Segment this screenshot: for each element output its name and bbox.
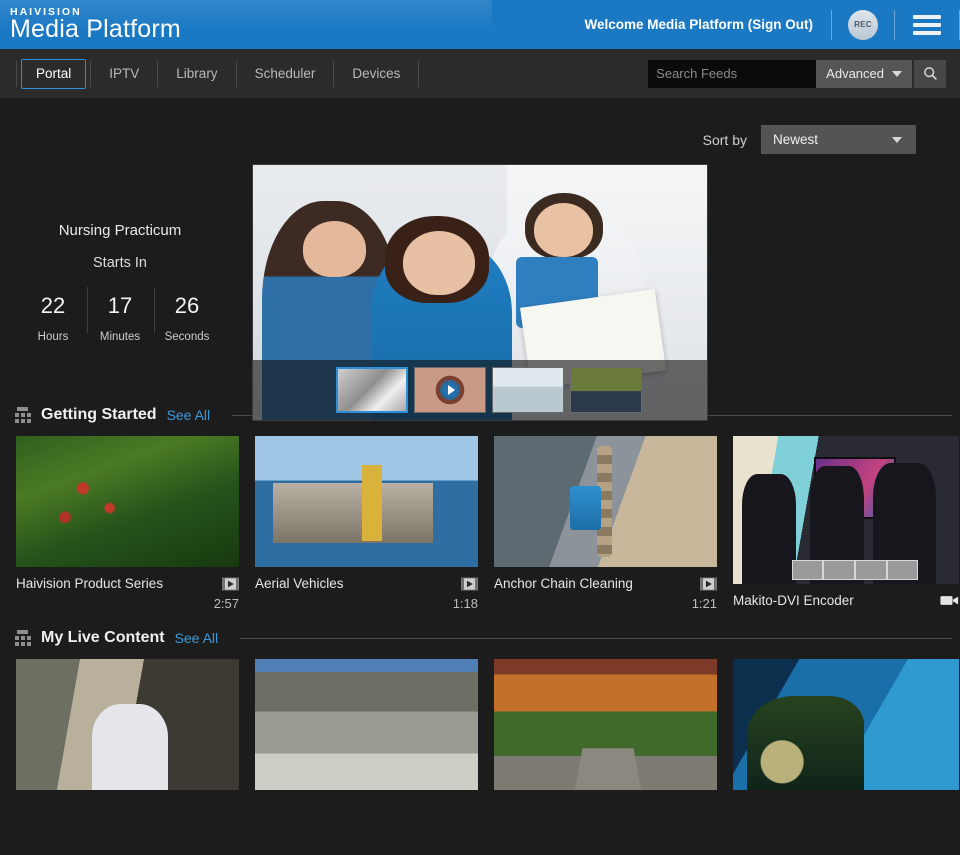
header-actions: Welcome Media Platform (Sign Out) REC [584, 0, 960, 49]
sort-by-label: Sort by [703, 132, 747, 148]
header-divider-1 [831, 10, 832, 40]
card-title: Aerial Vehicles [255, 576, 344, 591]
brand-logo[interactable]: HAIVISION Media Platform [0, 7, 181, 43]
record-button-label: REC [854, 20, 872, 29]
countdown-unit-seconds: 26 Seconds [154, 293, 221, 343]
countdown-minutes-label: Minutes [87, 331, 154, 343]
brand-name: Media Platform [10, 17, 181, 42]
tab-portal[interactable]: Portal [21, 59, 86, 89]
main-navigation-bar: Portal IPTV Library Scheduler Devices Ad… [0, 49, 960, 98]
tab-iptv[interactable]: IPTV [91, 60, 157, 88]
tab-scheduler[interactable]: Scheduler [237, 60, 334, 88]
card-thumbnail[interactable] [255, 436, 478, 567]
card-makito-dvi-encoder[interactable]: Makito-DVI Encoder [725, 436, 960, 613]
card-title: Makito-DVI Encoder [733, 593, 854, 608]
card-row-my-live-content [0, 659, 960, 790]
card-meta: Anchor Chain Cleaning 1:21 [494, 567, 717, 611]
nav-divider [16, 61, 17, 87]
card-meta: Aerial Vehicles 1:18 [255, 567, 478, 611]
sort-by-value: Newest [773, 132, 818, 147]
hero-thumb-eye[interactable] [414, 367, 486, 413]
countdown-hours-value: 22 [20, 293, 87, 319]
card-row-getting-started: Haivision Product Series 2:57 Aerial Veh… [0, 436, 960, 613]
hero-area: Nursing Practicum Starts In 22 Hours 17 … [0, 164, 960, 392]
record-button[interactable]: REC [848, 10, 878, 40]
card-live-2[interactable] [247, 659, 486, 790]
card-live-4[interactable] [725, 659, 960, 790]
search-input[interactable] [648, 60, 816, 88]
countdown-seconds-label: Seconds [154, 331, 221, 343]
hero-thumb-lake-reflection[interactable] [570, 367, 642, 413]
sort-row: Sort by Newest [0, 98, 960, 154]
tab-library[interactable]: Library [158, 60, 235, 88]
card-duration [733, 608, 959, 613]
film-video-icon [700, 577, 717, 591]
search-submit-button[interactable] [914, 60, 946, 88]
section-divider [240, 638, 952, 639]
grid-collection-icon [14, 407, 31, 424]
hero-thumb-classic-medical[interactable] [336, 367, 408, 413]
header-divider-2 [894, 10, 895, 40]
magnifier-icon [923, 66, 938, 81]
countdown-event-title: Nursing Practicum [0, 222, 240, 239]
countdown-units: 22 Hours 17 Minutes 26 Seconds [0, 293, 240, 343]
section-header-my-live-content: My Live Content See All [0, 629, 960, 647]
film-video-icon [222, 577, 239, 591]
card-duration: 1:18 [255, 591, 478, 611]
card-anchor-chain-cleaning[interactable]: Anchor Chain Cleaning 1:21 [486, 436, 725, 613]
sort-by-select[interactable]: Newest [761, 125, 916, 154]
card-thumbnail[interactable] [255, 659, 478, 790]
nav-tabs: Portal IPTV Library Scheduler Devices [0, 59, 419, 89]
card-thumbnail[interactable] [16, 436, 239, 567]
card-live-3[interactable] [486, 659, 725, 790]
card-aerial-vehicles[interactable]: Aerial Vehicles 1:18 [247, 436, 486, 613]
hamburger-line [913, 23, 941, 27]
see-all-link-my-live-content[interactable]: See All [175, 630, 219, 646]
search-area: Advanced [648, 60, 946, 88]
card-thumbnail[interactable] [16, 659, 239, 790]
live-camera-icon [940, 594, 959, 607]
grid-collection-icon [14, 630, 31, 647]
countdown-hours-label: Hours [20, 331, 87, 343]
film-video-icon [461, 577, 478, 591]
countdown-minutes-value: 17 [87, 293, 154, 319]
card-title: Haivision Product Series [16, 576, 163, 591]
countdown-subtitle: Starts In [0, 255, 240, 271]
card-thumbnail[interactable] [494, 659, 717, 790]
card-duration: 2:57 [16, 591, 239, 611]
hero-player[interactable] [252, 164, 708, 421]
advanced-search-label: Advanced [826, 66, 884, 81]
card-thumbnail[interactable] [733, 659, 959, 790]
card-title: Anchor Chain Cleaning [494, 576, 633, 591]
hamburger-line [913, 31, 941, 35]
card-thumbnail[interactable] [733, 436, 959, 584]
card-duration: 1:21 [494, 591, 717, 611]
countdown-panel: Nursing Practicum Starts In 22 Hours 17 … [0, 222, 240, 343]
card-haivision-product-series[interactable]: Haivision Product Series 2:57 [8, 436, 247, 613]
hamburger-menu-icon[interactable] [913, 15, 941, 35]
app-header: HAIVISION Media Platform Welcome Media P… [0, 0, 960, 49]
countdown-seconds-value: 26 [154, 293, 221, 319]
tab-devices[interactable]: Devices [334, 60, 418, 88]
countdown-unit-hours: 22 Hours [20, 293, 87, 343]
hero-thumb-operating-room[interactable] [492, 367, 564, 413]
chevron-down-icon [892, 137, 902, 143]
card-meta: Haivision Product Series 2:57 [16, 567, 239, 611]
nav-divider [418, 61, 419, 87]
play-icon [440, 380, 460, 400]
card-live-1[interactable] [8, 659, 247, 790]
card-meta: Makito-DVI Encoder [733, 584, 959, 613]
section-title: My Live Content [41, 629, 165, 647]
advanced-search-button[interactable]: Advanced [816, 60, 912, 88]
chevron-down-icon [892, 71, 902, 77]
welcome-signout-link[interactable]: Welcome Media Platform (Sign Out) [584, 17, 831, 32]
section-title: Getting Started [41, 406, 157, 424]
countdown-unit-minutes: 17 Minutes [87, 293, 154, 343]
hamburger-line [913, 15, 941, 19]
see-all-link-getting-started[interactable]: See All [167, 407, 211, 423]
card-thumbnail[interactable] [494, 436, 717, 567]
hero-thumbnail-strip [253, 360, 707, 420]
